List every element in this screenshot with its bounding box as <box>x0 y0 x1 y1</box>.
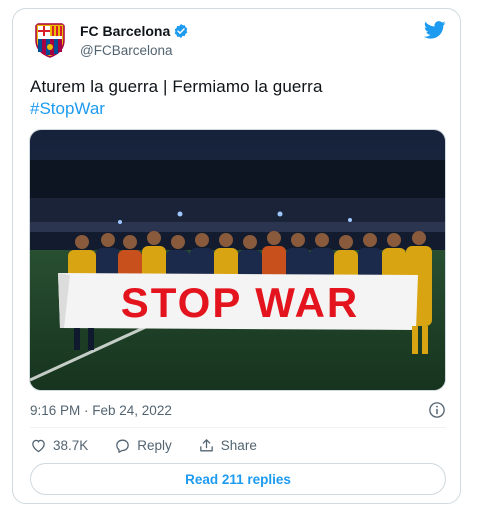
reply-bubble-icon <box>116 439 130 453</box>
like-button[interactable]: 38.7K <box>30 437 88 454</box>
fc-barcelona-crest-icon <box>35 23 65 58</box>
reply-label: Reply <box>137 438 172 453</box>
read-replies-label: Read 211 replies <box>185 471 291 487</box>
read-replies-button[interactable]: Read 211 replies <box>30 463 446 495</box>
divider <box>30 427 446 428</box>
hashtag-link[interactable]: #StopWar <box>30 99 105 119</box>
stop-war-photo: STOP WAR <box>30 130 445 390</box>
info-icon[interactable] <box>428 401 446 419</box>
heart-icon <box>32 439 45 453</box>
twitter-bird-icon[interactable] <box>424 21 446 39</box>
author-row[interactable]: FC Barcelona <box>80 23 189 39</box>
like-count: 38.7K <box>53 438 89 453</box>
share-label: Share <box>220 438 257 453</box>
author-handle[interactable]: @FCBarcelona <box>80 43 173 58</box>
banner-text: STOP WAR <box>121 279 360 326</box>
reply-button[interactable]: Reply <box>114 437 172 454</box>
tweet-photo[interactable]: STOP WAR <box>29 129 446 391</box>
tweet-card: FC Barcelona @FCBarcelona Aturem la guer… <box>12 8 461 504</box>
avatar[interactable] <box>30 19 70 59</box>
author-name[interactable]: FC Barcelona <box>80 23 170 39</box>
share-icon <box>199 439 213 452</box>
share-button[interactable]: Share <box>198 437 257 454</box>
tweet-text: Aturem la guerra | Fermiamo la guerra <box>30 77 323 96</box>
tweet-timestamp[interactable]: 9:16 PM · Feb 24, 2022 <box>30 403 172 418</box>
verified-badge-icon <box>174 24 188 38</box>
action-bar: 38.7K Reply Share <box>30 437 283 454</box>
